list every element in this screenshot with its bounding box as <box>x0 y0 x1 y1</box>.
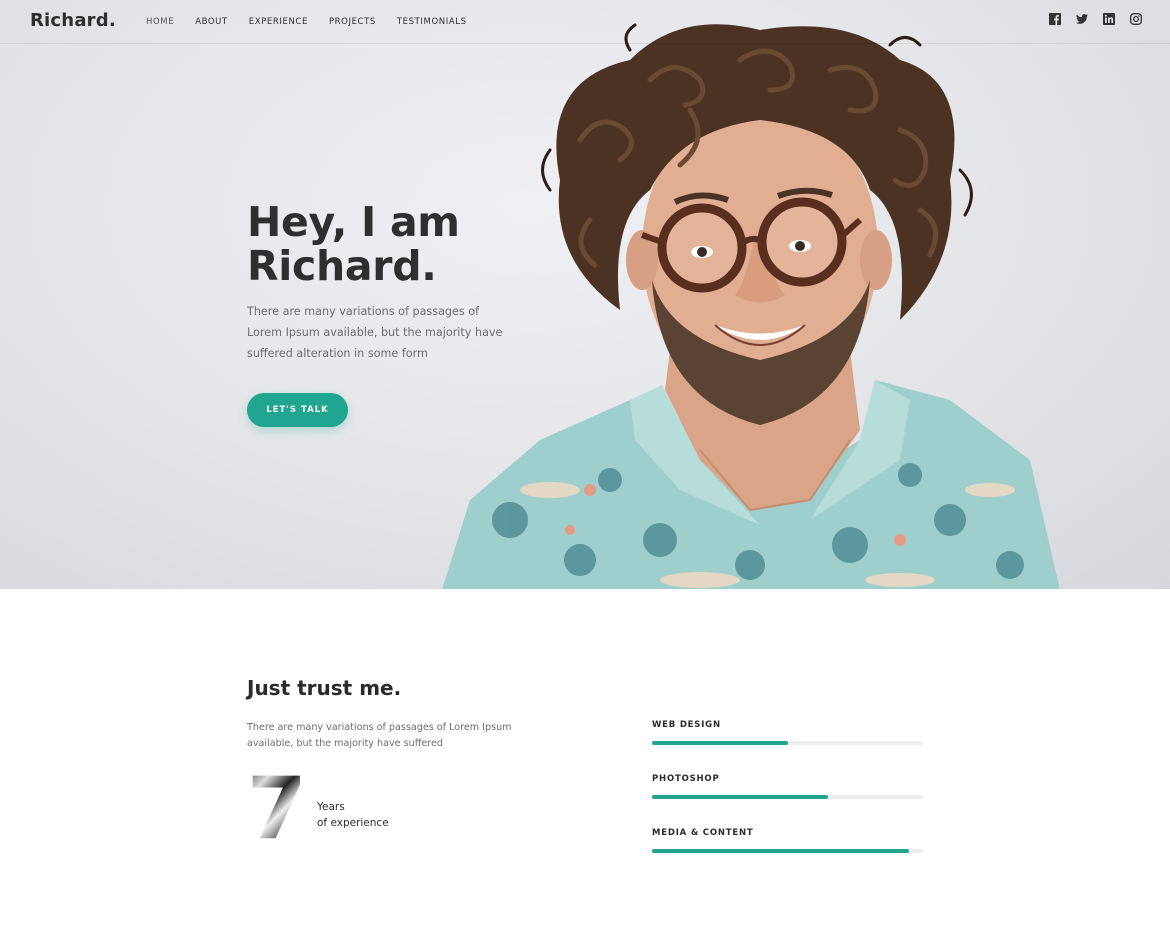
skill-progress-fill <box>652 741 788 745</box>
hero-title-line2: Richard. <box>247 242 437 290</box>
skill-web-design: WEB DESIGN <box>652 720 923 774</box>
hero-section: Richard. HOME ABOUT EXPERIENCE PROJECTS … <box>0 0 1170 589</box>
nav-home[interactable]: HOME <box>146 17 174 27</box>
skill-progress-fill <box>652 849 910 853</box>
social-links <box>1049 13 1142 25</box>
skill-progress-track <box>652 741 923 745</box>
skill-progress-fill <box>652 795 829 799</box>
nav-projects[interactable]: PROJECTS <box>329 17 376 27</box>
twitter-icon[interactable] <box>1076 13 1088 25</box>
main-nav: HOME ABOUT EXPERIENCE PROJECTS TESTIMONI… <box>146 17 488 27</box>
skill-progress-track <box>652 795 923 799</box>
navbar: Richard. HOME ABOUT EXPERIENCE PROJECTS … <box>0 0 1170 44</box>
skill-media-content: MEDIA & CONTENT <box>652 828 923 882</box>
linkedin-icon[interactable] <box>1103 13 1115 25</box>
site-logo[interactable]: Richard. <box>30 10 116 31</box>
hero-text: Hey, I am Richard. There are many variat… <box>247 200 547 364</box>
skills-list: WEB DESIGN PHOTOSHOP MEDIA & CONTENT <box>652 720 923 882</box>
years-experience: 7 Years of experience <box>247 766 447 854</box>
facebook-icon[interactable] <box>1049 13 1061 25</box>
nav-testimonials[interactable]: TESTIMONIALS <box>397 17 467 27</box>
skill-name: MEDIA & CONTENT <box>652 828 754 838</box>
years-label: Years <box>317 801 345 813</box>
hero-description: There are many variations of passages of… <box>247 305 503 360</box>
years-number: 7 <box>247 759 307 859</box>
skill-name: PHOTOSHOP <box>652 774 720 784</box>
experience-label: of experience <box>317 817 389 829</box>
about-description: There are many variations of passages of… <box>247 722 512 749</box>
nav-about[interactable]: ABOUT <box>195 17 228 27</box>
skill-progress-track <box>652 849 923 853</box>
hero-title: Hey, I am Richard. <box>247 200 547 288</box>
about-title: Just trust me. <box>247 676 402 700</box>
lets-talk-button[interactable]: LET'S TALK <box>247 393 348 427</box>
nav-experience[interactable]: EXPERIENCE <box>249 17 308 27</box>
skill-photoshop: PHOTOSHOP <box>652 774 923 828</box>
skill-name: WEB DESIGN <box>652 720 721 730</box>
hero-title-line1: Hey, I am <box>247 198 460 246</box>
instagram-icon[interactable] <box>1130 13 1142 25</box>
